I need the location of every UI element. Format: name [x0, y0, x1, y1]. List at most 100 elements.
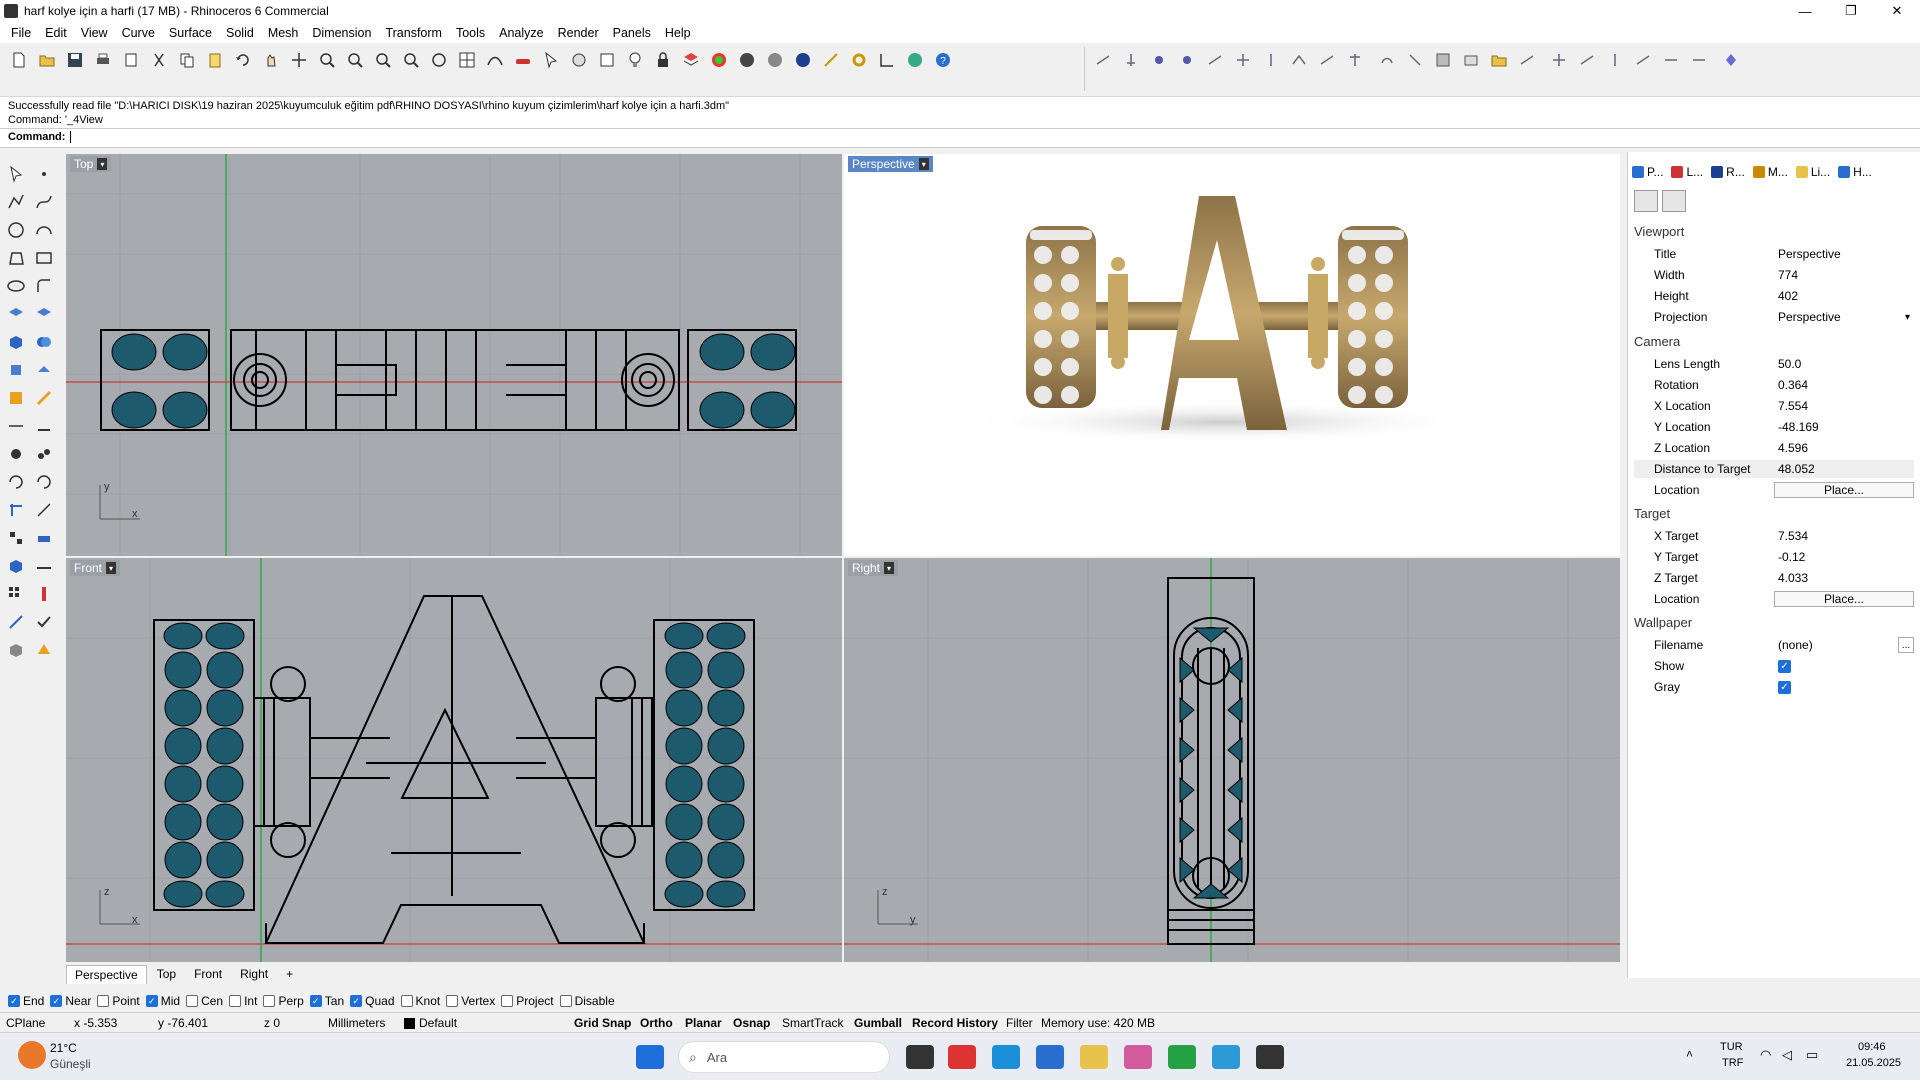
chevron-down-icon[interactable]: ▾ — [106, 562, 117, 574]
gumball-toggle[interactable]: Gumball — [854, 1016, 902, 1030]
osnap-checkbox[interactable] — [501, 995, 514, 1007]
cut-icon[interactable] — [148, 49, 170, 71]
transform-tool-10-icon[interactable] — [1344, 49, 1366, 71]
tab-help[interactable]: H... — [1834, 162, 1876, 182]
prop-distance-value[interactable]: 48.052 — [1774, 462, 1914, 476]
prop-x-location-value[interactable]: 7.554 — [1774, 399, 1914, 413]
four-view-icon[interactable] — [456, 49, 478, 71]
menu-file[interactable]: File — [4, 26, 38, 40]
solid-tools-icon[interactable] — [4, 554, 28, 578]
gray-checkbox[interactable]: ✓ — [1778, 680, 1791, 694]
transform-tool-14-icon[interactable] — [1460, 49, 1482, 71]
osnap-perp[interactable]: Perp — [263, 994, 304, 1008]
viewport-front[interactable]: Front ▾ z x — [66, 558, 842, 962]
group-icon[interactable] — [32, 442, 56, 466]
prop-x-target-value[interactable]: 7.534 — [1774, 529, 1914, 543]
menu-analyze[interactable]: Analyze — [492, 26, 550, 40]
transform-tool-2-icon[interactable] — [1120, 49, 1142, 71]
app-icon[interactable] — [1212, 1045, 1240, 1069]
prop-height[interactable]: Height 402 — [1634, 287, 1914, 305]
hide-icon[interactable] — [568, 49, 590, 71]
copilot-icon[interactable] — [1124, 1045, 1152, 1069]
transform-tool-16-icon[interactable] — [1548, 49, 1570, 71]
transform-tool-1-icon[interactable] — [1092, 49, 1114, 71]
undo-icon[interactable] — [232, 49, 254, 71]
circle-icon[interactable] — [4, 218, 28, 242]
menu-view[interactable]: View — [74, 26, 115, 40]
viewport-right[interactable]: Right ▾ z y — [844, 558, 1620, 962]
array-icon[interactable] — [4, 526, 28, 550]
prop-z-target-value[interactable]: 4.033 — [1774, 571, 1914, 585]
history-icon[interactable] — [32, 582, 56, 606]
record-history-toggle[interactable]: Record History — [912, 1016, 998, 1030]
osnap-checkbox[interactable] — [186, 995, 199, 1007]
prop-height-value[interactable]: 402 — [1774, 289, 1914, 303]
select-curves-icon[interactable] — [484, 49, 506, 71]
prop-lens-length[interactable]: Lens Length 50.0 — [1634, 355, 1914, 373]
osnap-project[interactable]: Project — [501, 994, 554, 1008]
viewport-top[interactable]: Top ▾ y x — [66, 154, 842, 556]
gumball-toggle-icon[interactable] — [820, 49, 842, 71]
split-icon[interactable] — [32, 498, 56, 522]
prop-gray[interactable]: Gray ✓ — [1634, 678, 1914, 696]
globe-icon[interactable] — [904, 49, 926, 71]
osnap-checkbox[interactable] — [446, 995, 459, 1007]
prop-projection[interactable]: Projection Perspective ▾ — [1634, 308, 1914, 326]
smarttrack-toggle[interactable]: SmartTrack — [782, 1016, 844, 1030]
prop-projection-value[interactable]: Perspective — [1774, 310, 1905, 324]
options-gear-icon[interactable] — [848, 49, 870, 71]
tab-front[interactable]: Front — [186, 965, 230, 983]
prop-z-location-value[interactable]: 4.596 — [1774, 441, 1914, 455]
transform-tool-13-icon[interactable] — [1432, 49, 1454, 71]
scale-icon[interactable] — [32, 526, 56, 550]
transform-tool-6-icon[interactable] — [1232, 49, 1254, 71]
camera-icon[interactable] — [1634, 190, 1658, 212]
boolean-icon[interactable] — [32, 330, 56, 354]
maximize-button[interactable]: ❐ — [1828, 0, 1874, 22]
car-icon[interactable] — [512, 49, 534, 71]
transform-tool-4-icon[interactable] — [1176, 49, 1198, 71]
grid-array-icon[interactable] — [4, 582, 28, 606]
polyline-icon[interactable] — [4, 190, 28, 214]
viewport-label-front[interactable]: Front ▾ — [70, 560, 121, 576]
transform-tool-3-icon[interactable] — [1148, 49, 1170, 71]
rhino-taskbar-icon[interactable] — [1256, 1045, 1284, 1069]
transform-tool-9-icon[interactable] — [1316, 49, 1338, 71]
osnap-vertex[interactable]: Vertex — [446, 994, 495, 1008]
cplane-label[interactable]: CPlane — [6, 1016, 45, 1030]
transform-tool-20-icon[interactable] — [1660, 49, 1682, 71]
arc-icon[interactable] — [32, 218, 56, 242]
rectangle-icon[interactable] — [32, 246, 56, 270]
prop-y-target[interactable]: Y Target -0.12 — [1634, 548, 1914, 566]
osnap-tan[interactable]: ✓ Tan — [309, 994, 344, 1008]
open-file-icon[interactable] — [36, 49, 58, 71]
transform-tool-22-icon[interactable] — [1720, 49, 1742, 71]
trim-icon[interactable] — [4, 498, 28, 522]
osnap-checkbox[interactable] — [400, 995, 413, 1007]
weather-sun-icon[interactable] — [18, 1041, 46, 1069]
curve-tools-icon[interactable] — [876, 49, 898, 71]
prop-y-location-value[interactable]: -48.169 — [1774, 420, 1914, 434]
viewport-label-top[interactable]: Top ▾ — [70, 156, 112, 172]
edge-icon[interactable] — [992, 1045, 1020, 1069]
battery-icon[interactable]: ▭ — [1806, 1047, 1818, 1063]
layer-icon[interactable] — [680, 49, 702, 71]
prop-filename[interactable]: Filename (none)... — [1634, 636, 1914, 654]
menu-help[interactable]: Help — [658, 26, 698, 40]
menu-dimension[interactable]: Dimension — [305, 26, 378, 40]
osnap-checkbox[interactable]: ✓ — [350, 995, 363, 1007]
light-icon[interactable] — [32, 638, 56, 662]
viewport-label-perspective[interactable]: Perspective ▾ — [848, 156, 933, 172]
point-icon[interactable] — [32, 162, 56, 186]
color-wheel-icon[interactable] — [708, 49, 730, 71]
windows-start-icon[interactable] — [636, 1045, 664, 1069]
prop-x-location[interactable]: X Location 7.554 — [1634, 397, 1914, 415]
select-arrow-icon[interactable] — [4, 162, 28, 186]
tab-layers[interactable]: L... — [1667, 162, 1707, 182]
osnap-int[interactable]: Int — [229, 994, 257, 1008]
menu-mesh[interactable]: Mesh — [261, 26, 306, 40]
rotate-view-icon[interactable] — [428, 49, 450, 71]
light-bulb-icon[interactable] — [624, 49, 646, 71]
dimension-icon[interactable] — [4, 414, 28, 438]
folder-icon[interactable] — [1488, 49, 1510, 71]
